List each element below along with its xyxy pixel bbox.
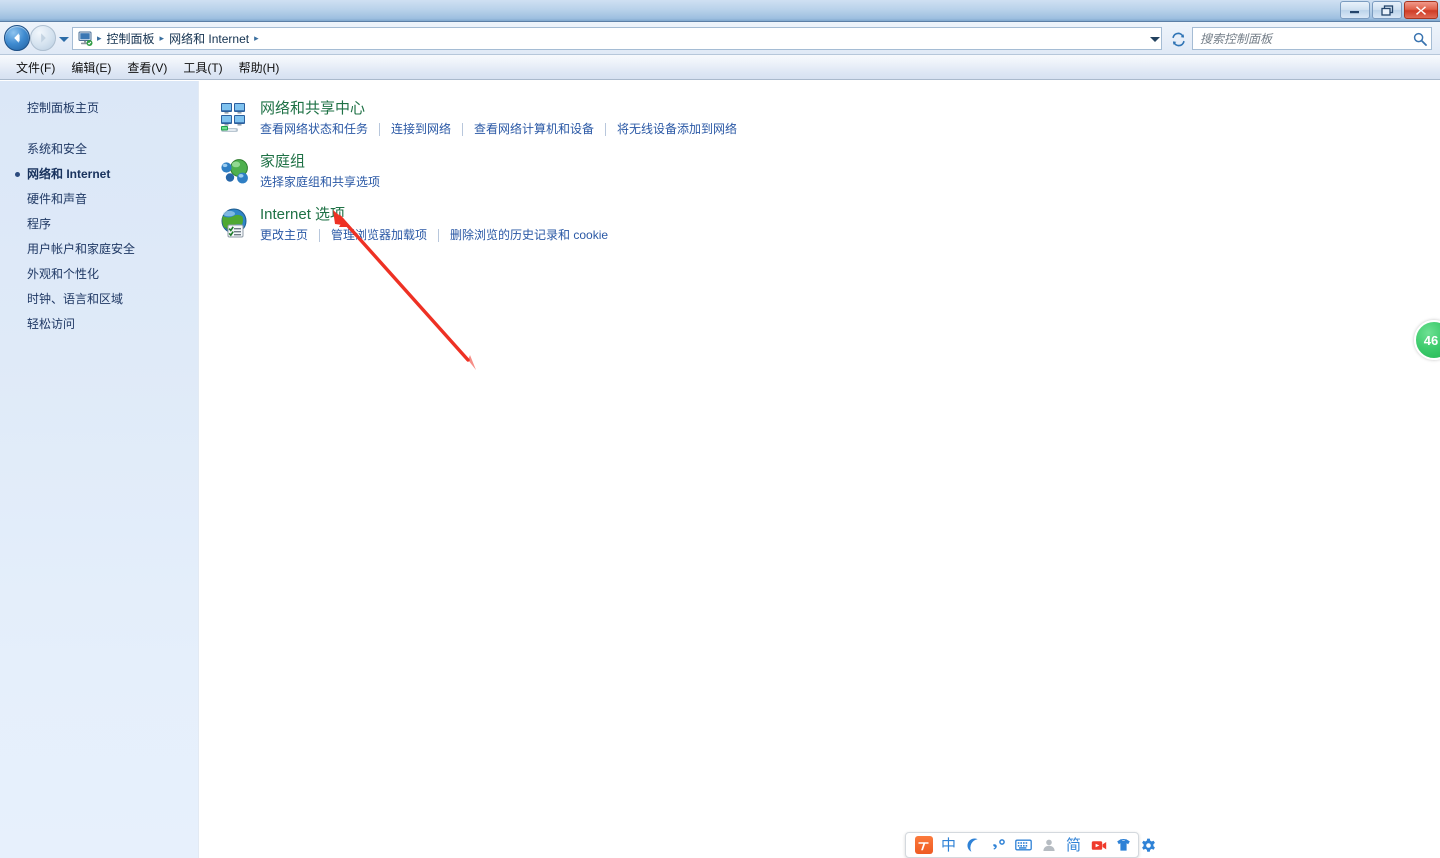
close-icon [1416,5,1426,15]
search-input[interactable]: 搜索控制面板 [1193,30,1409,47]
soft-keyboard-icon[interactable] [1012,834,1035,856]
menu-view[interactable]: 查看(V) [119,56,175,79]
window-controls [1340,1,1438,19]
task-divider [438,228,440,242]
screen-recorder-icon[interactable] [1087,834,1110,856]
control-panel-window: ▸ 控制面板 ▸ 网络和 Internet ▸ 搜索控制面板 文件(F) 编辑(… [0,0,1440,858]
homegroup-icon [219,154,251,186]
task-view-network-computers[interactable]: 查看网络计算机和设备 [474,121,594,137]
sidebar-item-user-accounts[interactable]: 用户帐户和家庭安全 [0,236,198,261]
category-internet-options: Internet 选项 更改主页 管理浏览器加载项 删除浏览的历史记录和 coo… [200,204,1440,243]
skin-icon[interactable] [1112,834,1135,856]
task-manage-browser-addons[interactable]: 管理浏览器加载项 [331,227,427,243]
current-item-bullet-icon [15,171,20,177]
sogou-logo-icon[interactable] [912,834,935,856]
menu-bar: 文件(F) 编辑(E) 查看(V) 工具(T) 帮助(H) [0,55,1440,80]
minimize-button[interactable] [1340,1,1370,19]
task-change-homepage[interactable]: 更改主页 [260,227,308,243]
chevron-down-icon [1150,36,1160,42]
ime-toolbar: 中 简 [905,832,1155,858]
sidebar-item-label: 网络和 Internet [27,167,111,181]
address-dropdown-button[interactable] [1148,34,1162,44]
task-delete-browsing-history[interactable]: 删除浏览的历史记录和 cookie [450,227,608,243]
category-homegroup: 家庭组 选择家庭组和共享选项 [200,151,1440,190]
task-view-network-status[interactable]: 查看网络状态和任务 [260,121,368,137]
address-bar: ▸ 控制面板 ▸ 网络和 Internet ▸ 搜索控制面板 [0,22,1440,55]
back-arrow-icon [14,33,20,43]
forward-button[interactable] [30,25,56,51]
category-tasks: 更改主页 管理浏览器加载项 删除浏览的历史记录和 cookie [260,227,608,243]
menu-tools[interactable]: 工具(T) [175,56,230,79]
task-divider [462,122,464,136]
sidebar-item-clock-language-region[interactable]: 时钟、语言和区域 [0,286,198,311]
category-title[interactable]: 家庭组 [260,151,380,172]
sidebar-item-control-panel-home[interactable]: 控制面板主页 [0,95,198,120]
search-icon[interactable] [1409,28,1431,49]
minimize-icon [1350,11,1359,14]
task-divider [319,228,321,242]
simplified-mode-icon[interactable]: 简 [1062,834,1085,856]
menu-file[interactable]: 文件(F) [8,56,63,79]
sidebar-item-ease-of-access[interactable]: 轻松访问 [0,311,198,336]
sidebar-item-programs[interactable]: 程序 [0,211,198,236]
refresh-icon [1171,32,1185,46]
sidebar: 控制面板主页 系统和安全 网络和 Internet 硬件和声音 程序 用户帐户和… [0,81,199,858]
task-add-wireless-device[interactable]: 将无线设备添加到网络 [617,121,737,137]
breadcrumb-item-network-internet[interactable]: 网络和 Internet [165,30,253,47]
chevron-down-icon [59,36,69,42]
category-title[interactable]: Internet 选项 [260,204,608,225]
control-panel-icon [76,30,94,48]
breadcrumb[interactable]: ▸ 控制面板 ▸ 网络和 Internet ▸ [72,27,1162,50]
back-button[interactable] [4,25,30,51]
task-divider [379,122,381,136]
sidebar-item-network-internet[interactable]: 网络和 Internet [0,161,198,186]
internet-options-icon [219,207,251,239]
category-title[interactable]: 网络和共享中心 [260,98,737,119]
task-connect-to-network[interactable]: 连接到网络 [391,121,451,137]
recent-locations-dropdown[interactable] [58,34,70,44]
moon-icon[interactable] [962,834,985,856]
category-body: Internet 选项 更改主页 管理浏览器加载项 删除浏览的历史记录和 coo… [260,204,608,243]
menu-help[interactable]: 帮助(H) [231,56,288,79]
task-divider [605,122,607,136]
category-body: 网络和共享中心 查看网络状态和任务 连接到网络 查看网络计算机和设备 将无线设备… [260,98,737,137]
restore-button[interactable] [1372,1,1402,19]
chinese-mode-icon[interactable]: 中 [937,834,960,856]
main-content: 网络和共享中心 查看网络状态和任务 连接到网络 查看网络计算机和设备 将无线设备… [200,81,1440,858]
breadcrumb-item-control-panel[interactable]: 控制面板 [103,30,159,47]
network-sharing-center-icon [219,101,251,133]
settings-gear-icon[interactable] [1137,834,1160,856]
punctuation-icon[interactable] [987,834,1010,856]
search-box[interactable]: 搜索控制面板 [1192,27,1432,50]
menu-edit[interactable]: 编辑(E) [63,56,119,79]
restore-icon [1380,4,1393,16]
breadcrumb-separator-2[interactable]: ▸ [253,34,260,43]
forward-arrow-icon [41,33,46,43]
category-network-sharing-center: 网络和共享中心 查看网络状态和任务 连接到网络 查看网络计算机和设备 将无线设备… [200,98,1440,137]
window-titlebar [0,0,1440,22]
category-tasks: 选择家庭组和共享选项 [260,174,380,190]
sidebar-item-system-security[interactable]: 系统和安全 [0,136,198,161]
category-body: 家庭组 选择家庭组和共享选项 [260,151,380,190]
task-choose-homegroup-sharing[interactable]: 选择家庭组和共享选项 [260,174,380,190]
sidebar-item-hardware-sound[interactable]: 硬件和声音 [0,186,198,211]
user-account-icon[interactable] [1037,834,1060,856]
refresh-button[interactable] [1168,29,1188,49]
sidebar-item-appearance[interactable]: 外观和个性化 [0,261,198,286]
category-tasks: 查看网络状态和任务 连接到网络 查看网络计算机和设备 将无线设备添加到网络 [260,121,737,137]
status-badge-value: 46 [1423,332,1439,348]
close-button[interactable] [1404,1,1438,19]
